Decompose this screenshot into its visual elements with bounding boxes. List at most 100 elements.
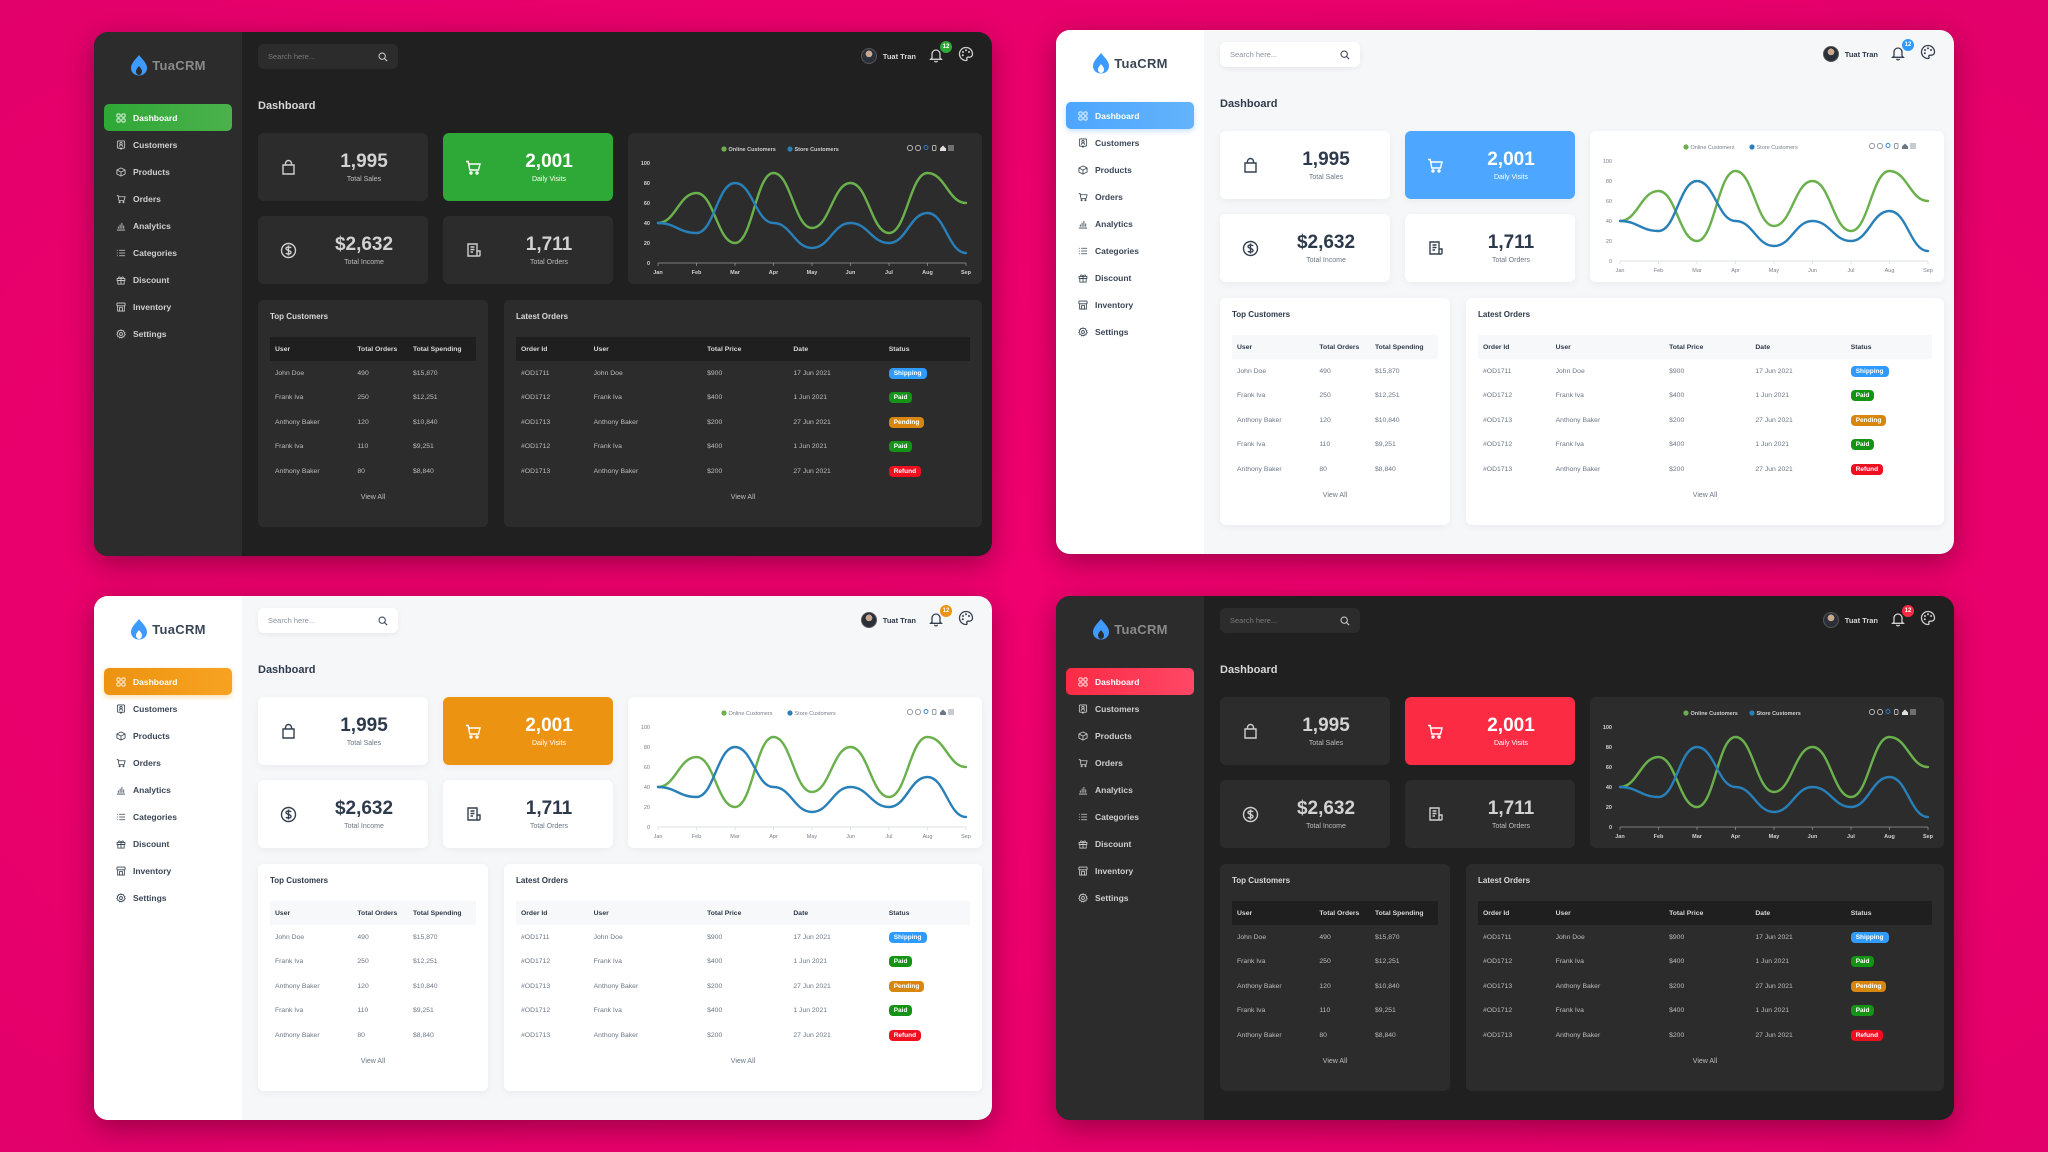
table-row[interactable]: #OD1712 Frank Iva $400 1 Jun 2021 Paid [1478,384,1932,409]
sidebar-item-inventory[interactable]: Inventory [104,293,232,320]
table-row[interactable]: #OD1713 Anthony Baker $200 27 Jun 2021 Pendi… [1478,974,1932,999]
stat-card-total-sales[interactable]: 1,995 Total Sales [258,697,428,765]
table-row[interactable]: John Doe 490 $15,870 [270,925,476,950]
notifications-button[interactable]: 12 [928,41,952,65]
theme-switcher[interactable] [958,46,974,67]
sidebar-item-discount[interactable]: Discount [104,830,232,857]
latest-orders-view-all[interactable]: View All [516,1058,970,1065]
home-icon[interactable] [940,145,946,152]
stat-card-total-sales[interactable]: 1,995 Total Sales [1220,131,1390,199]
theme-switcher[interactable] [1920,610,1936,631]
sidebar-item-analytics[interactable]: Analytics [104,776,232,803]
home-icon[interactable] [1902,709,1908,716]
search-box[interactable] [258,608,398,633]
table-row[interactable]: John Doe 490 $15,870 [1232,925,1438,950]
user-menu[interactable]: Tuat Tran [1822,46,1878,62]
stat-card-total-income[interactable]: $2,632 Total Income [1220,214,1390,282]
table-row[interactable]: #OD1713 Anthony Baker $200 27 Jun 2021 Refun… [516,1023,970,1048]
zoom-out-icon[interactable] [1877,709,1883,715]
top-customers-view-all[interactable]: View All [270,494,476,501]
sidebar-item-customers[interactable]: Customers [104,131,232,158]
logo[interactable]: TuaCRM [94,52,242,78]
sidebar-item-dashboard[interactable]: Dashboard [1066,102,1194,129]
magnifier-icon[interactable] [1885,709,1891,714]
search-icon[interactable] [378,52,388,62]
table-row[interactable]: Frank Iva 110 $9,251 [270,435,476,460]
pan-hand-icon[interactable] [1894,709,1899,715]
search-icon[interactable] [1340,616,1350,626]
sidebar-item-categories[interactable]: Categories [1066,803,1194,830]
menu-icon[interactable] [948,709,954,715]
logo[interactable]: TuaCRM [94,616,242,642]
search-box[interactable] [258,44,398,69]
table-row[interactable]: Frank Iva 250 $12,251 [270,950,476,975]
table-row[interactable]: #OD1713 Anthony Baker $200 27 Jun 2021 Pendi… [516,410,970,435]
sidebar-item-analytics[interactable]: Analytics [1066,210,1194,237]
sidebar-item-orders[interactable]: Orders [1066,183,1194,210]
table-row[interactable]: #OD1711 John Doe $900 17 Jun 2021 Shipping [1478,925,1932,950]
sidebar-item-inventory[interactable]: Inventory [104,857,232,884]
user-menu[interactable]: Tuat Tran [860,612,916,628]
sidebar-item-inventory[interactable]: Inventory [1066,857,1194,884]
table-row[interactable]: Anthony Baker 80 $8,840 [1232,1023,1438,1048]
sidebar-item-inventory[interactable]: Inventory [1066,291,1194,318]
pan-hand-icon[interactable] [932,145,937,151]
stat-card-daily-visits[interactable]: 2,001 Daily Visits [1405,131,1575,199]
table-row[interactable]: Frank Iva 110 $9,251 [270,999,476,1024]
zoom-out-icon[interactable] [1877,143,1883,149]
magnifier-icon[interactable] [1885,143,1891,148]
table-row[interactable]: John Doe 490 $15,870 [270,361,476,386]
notifications-button[interactable]: 12 [1890,39,1914,63]
table-row[interactable]: Anthony Baker 120 $10,840 [270,974,476,999]
table-row[interactable]: #OD1712 Frank Iva $400 1 Jun 2021 Paid [516,386,970,411]
top-customers-view-all[interactable]: View All [270,1058,476,1065]
table-row[interactable]: #OD1712 Frank Iva $400 1 Jun 2021 Paid [516,999,970,1024]
sidebar-item-products[interactable]: Products [1066,156,1194,183]
zoom-in-icon[interactable] [907,709,913,715]
stat-card-total-orders[interactable]: 1,711 Total Orders [443,216,613,284]
stat-card-daily-visits[interactable]: 2,001 Daily Visits [443,133,613,201]
search-box[interactable] [1220,608,1360,633]
sidebar-item-categories[interactable]: Categories [104,239,232,266]
sidebar-item-dashboard[interactable]: Dashboard [104,668,232,695]
sidebar-item-orders[interactable]: Orders [104,185,232,212]
table-row[interactable]: Frank Iva 110 $9,251 [1232,433,1438,458]
search-box[interactable] [1220,42,1360,67]
table-row[interactable]: #OD1713 Anthony Baker $200 27 Jun 2021 Pendi… [516,974,970,999]
search-icon[interactable] [378,616,388,626]
stat-card-total-income[interactable]: $2,632 Total Income [258,216,428,284]
menu-icon[interactable] [1910,143,1916,149]
stat-card-total-orders[interactable]: 1,711 Total Orders [443,780,613,848]
stat-card-daily-visits[interactable]: 2,001 Daily Visits [443,697,613,765]
table-row[interactable]: Anthony Baker 120 $10,840 [270,410,476,435]
search-input[interactable] [268,616,368,625]
logo[interactable]: TuaCRM [1056,50,1204,76]
sidebar-item-settings[interactable]: Settings [104,884,232,911]
zoom-out-icon[interactable] [915,145,921,151]
stat-card-total-income[interactable]: $2,632 Total Income [258,780,428,848]
notifications-button[interactable]: 12 [1890,605,1914,629]
sidebar-item-settings[interactable]: Settings [1066,884,1194,911]
latest-orders-view-all[interactable]: View All [1478,1058,1932,1065]
magnifier-icon[interactable] [923,145,929,150]
user-menu[interactable]: Tuat Tran [1822,612,1878,628]
table-row[interactable]: Anthony Baker 80 $8,840 [270,459,476,484]
sidebar-item-dashboard[interactable]: Dashboard [1066,668,1194,695]
menu-icon[interactable] [1910,709,1916,715]
table-row[interactable]: #OD1713 Anthony Baker $200 27 Jun 2021 Refun… [1478,1023,1932,1048]
top-customers-view-all[interactable]: View All [1232,492,1438,499]
latest-orders-view-all[interactable]: View All [516,494,970,501]
search-input[interactable] [1230,616,1330,625]
sidebar-item-categories[interactable]: Categories [1066,237,1194,264]
table-row[interactable]: #OD1713 Anthony Baker $200 27 Jun 2021 Pendi… [1478,408,1932,433]
sidebar-item-customers[interactable]: Customers [104,695,232,722]
sidebar-item-products[interactable]: Products [104,722,232,749]
zoom-in-icon[interactable] [1869,709,1875,715]
zoom-in-icon[interactable] [907,145,913,151]
zoom-out-icon[interactable] [915,709,921,715]
stat-card-daily-visits[interactable]: 2,001 Daily Visits [1405,697,1575,765]
theme-switcher[interactable] [1920,44,1936,65]
stat-card-total-sales[interactable]: 1,995 Total Sales [258,133,428,201]
latest-orders-view-all[interactable]: View All [1478,492,1932,499]
search-icon[interactable] [1340,50,1350,60]
